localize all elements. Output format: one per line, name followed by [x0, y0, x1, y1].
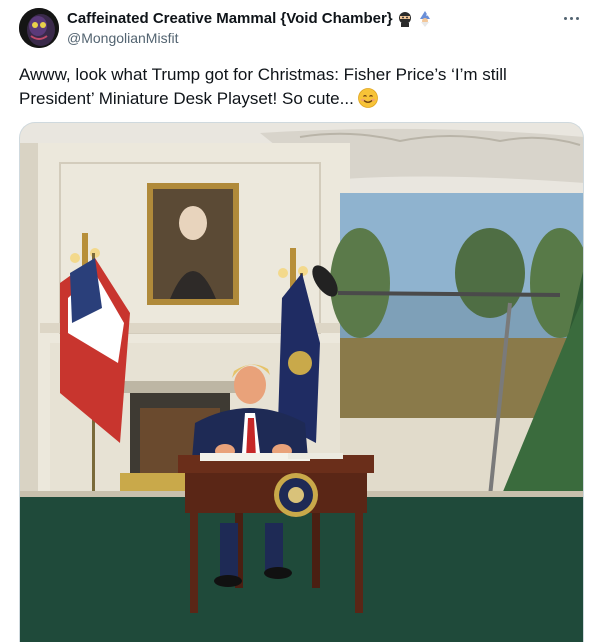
tweet-text-body: Awww, look what Trump got for Christmas:… — [19, 65, 507, 108]
display-name[interactable]: Caffeinated Creative Mammal {Void Chambe… — [67, 10, 393, 27]
smiling-face-emoji-icon — [357, 88, 378, 108]
tweet-text: Awww, look what Trump got for Christmas:… — [19, 63, 579, 111]
more-options-button[interactable] — [557, 8, 585, 28]
avatar[interactable] — [19, 8, 59, 48]
tweet[interactable]: Caffeinated Creative Mammal {Void Chambe… — [0, 0, 601, 642]
handle[interactable]: @MongolianMisfit — [67, 30, 178, 46]
wizard-emoji-icon — [419, 10, 430, 27]
more-options-icon — [563, 16, 567, 20]
avatar-image — [19, 8, 59, 48]
ninja-emoji-icon — [398, 11, 411, 27]
tweet-media-photo[interactable] — [19, 122, 584, 642]
name-row: Caffeinated Creative Mammal {Void Chambe… — [67, 10, 433, 27]
photo-scene — [20, 123, 583, 642]
